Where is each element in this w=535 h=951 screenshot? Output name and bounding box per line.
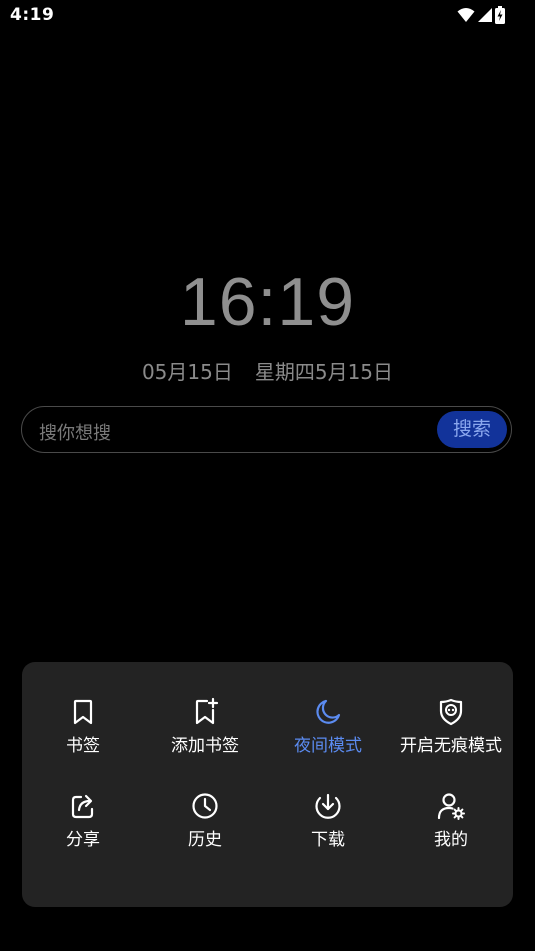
menu-panel: 书签 添加书签 夜间模式 开启无痕模式 分享 历史 下载 我的 xyxy=(22,662,513,907)
menu-item-add-bookmark[interactable]: 添加书签 xyxy=(144,697,266,756)
clock-time: 16:19 xyxy=(179,264,356,340)
menu-item-download[interactable]: 下载 xyxy=(267,791,389,850)
menu-item-label: 分享 xyxy=(66,830,100,850)
status-bar: 4:19 xyxy=(0,0,535,30)
menu-item-label: 我的 xyxy=(434,830,468,850)
menu-item-label: 夜间模式 xyxy=(294,736,362,756)
battery-charging-icon xyxy=(495,6,505,24)
menu-item-label: 历史 xyxy=(188,830,222,850)
menu-item-profile[interactable]: 我的 xyxy=(390,791,512,850)
menu-item-incognito[interactable]: 开启无痕模式 xyxy=(390,697,512,756)
date-label: 05月15日 xyxy=(141,360,233,384)
menu-item-label: 书签 xyxy=(66,736,100,756)
menu-item-night-mode[interactable]: 夜间模式 xyxy=(267,697,389,756)
menu-item-bookmarks[interactable]: 书签 xyxy=(22,697,144,756)
status-time: 4:19 xyxy=(10,5,55,25)
moon-icon xyxy=(316,699,341,724)
date-row: 05月15日 星期四5月15日 xyxy=(0,356,535,385)
share-icon xyxy=(71,794,94,819)
menu-item-label: 开启无痕模式 xyxy=(400,736,502,756)
add-bookmark-icon xyxy=(195,697,219,725)
browser-home-screen: 4:19 16:19 05月15日 星期四5月15日 搜你想搜 搜索 书签 添加… xyxy=(0,0,535,951)
history-clock-icon xyxy=(192,793,218,819)
menu-item-share[interactable]: 分享 xyxy=(22,791,144,850)
search-input[interactable]: 搜你想搜 xyxy=(39,419,111,445)
search-button[interactable]: 搜索 xyxy=(437,411,507,448)
download-icon xyxy=(315,793,341,819)
search-bar[interactable]: 搜你想搜 搜索 xyxy=(21,406,512,453)
incognito-ghost-icon xyxy=(439,698,463,726)
signal-icon xyxy=(477,7,493,23)
bookmark-icon xyxy=(73,699,93,725)
menu-item-history[interactable]: 历史 xyxy=(144,791,266,850)
menu-item-label: 下载 xyxy=(311,830,345,850)
menu-item-label: 添加书签 xyxy=(171,736,239,756)
status-icons xyxy=(457,6,505,24)
weekday-date-label: 星期四5月15日 xyxy=(254,360,394,384)
user-settings-icon xyxy=(437,793,465,820)
wifi-icon xyxy=(457,7,475,23)
